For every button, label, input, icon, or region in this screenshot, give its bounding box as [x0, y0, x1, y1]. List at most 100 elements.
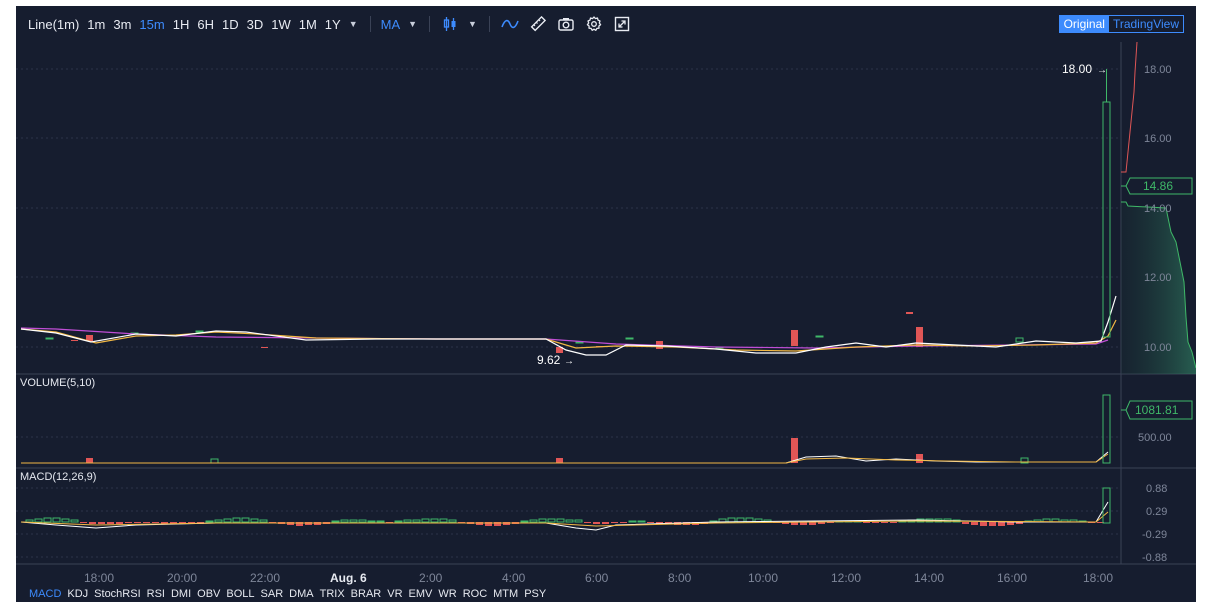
indicator-kdj[interactable]: KDJ — [64, 588, 91, 600]
time-axis-label: 8:00 — [668, 571, 692, 585]
macd-bar — [403, 519, 412, 523]
indicator-wr[interactable]: WR — [435, 588, 459, 600]
chevron-down-icon[interactable]: ▼ — [345, 19, 364, 29]
macd-bar — [250, 518, 259, 523]
candle — [791, 330, 798, 346]
macd-bar — [574, 519, 583, 523]
macd-bar — [349, 519, 358, 523]
interval-1d[interactable]: 1D — [218, 17, 243, 32]
indicator-stochrsi[interactable]: StochRSI — [91, 588, 143, 600]
indicator-rsi[interactable]: RSI — [144, 588, 168, 600]
candle — [815, 335, 824, 338]
macd-bar — [881, 522, 888, 523]
macd-bar — [628, 520, 637, 523]
fullscreen-icon[interactable] — [610, 12, 634, 36]
macd-bar — [259, 519, 268, 523]
indicator-obv[interactable]: OBV — [194, 588, 223, 600]
indicator-emv[interactable]: EMV — [406, 588, 436, 600]
indicator-sar[interactable]: SAR — [258, 588, 287, 600]
price-axis-label: 10.00 — [1144, 342, 1172, 354]
high-price-marker: 18.00 — [1062, 62, 1092, 76]
macd-bar — [439, 518, 448, 523]
indicator-mtm[interactable]: MTM — [490, 588, 521, 600]
indicator-brar[interactable]: BRAR — [348, 588, 385, 600]
macd-bar — [547, 518, 556, 523]
volume-bar — [916, 454, 923, 463]
time-axis: 18:00 20:00 22:00 Aug. 6 2:00 4:00 6:00 … — [84, 571, 1113, 585]
kline-chart[interactable]: 18.00 16.00 14.00 12.00 10.00 14.86 18.0… — [16, 42, 1196, 602]
interval-3m[interactable]: 3m — [109, 17, 135, 32]
last-price-value: 14.86 — [1143, 179, 1173, 193]
indicator-vr[interactable]: VR — [384, 588, 405, 600]
line-tool-icon[interactable] — [498, 12, 522, 36]
interval-1y[interactable]: 1Y — [321, 17, 345, 32]
macd-bar — [358, 519, 367, 523]
time-axis-label: 4:00 — [502, 571, 526, 585]
ruler-icon[interactable] — [526, 12, 550, 36]
camera-icon[interactable] — [554, 12, 578, 36]
macd-dif-line — [20, 501, 1109, 531]
interval-1mo[interactable]: 1M — [295, 17, 321, 32]
interval-15m[interactable]: 15m — [135, 17, 168, 32]
macd-bar — [647, 522, 654, 523]
macd-bar — [143, 522, 150, 523]
macd-bar — [863, 522, 870, 523]
gear-icon[interactable] — [582, 12, 606, 36]
toolbar-divider — [488, 16, 490, 32]
macd-bar — [989, 522, 996, 526]
time-axis-label: 14:00 — [914, 571, 944, 585]
macd-bar — [80, 522, 87, 523]
macd-bar — [430, 518, 439, 523]
time-axis-label: 10:00 — [748, 571, 778, 585]
candlestick-icon[interactable] — [438, 12, 462, 36]
interval-1m[interactable]: 1m — [83, 17, 109, 32]
interval-1h[interactable]: 1H — [169, 17, 194, 32]
macd-bar — [367, 520, 376, 523]
candle — [261, 347, 268, 348]
macd-bar — [205, 520, 214, 523]
volume-bar — [556, 458, 563, 463]
macd-bar — [340, 519, 349, 523]
chart-type-selector[interactable]: Line(1m) — [24, 17, 83, 32]
macd-bar — [152, 522, 159, 523]
macd-bar — [25, 519, 34, 523]
macd-panel-title: MACD(12,26,9) — [20, 471, 96, 483]
volume-bar — [86, 458, 93, 463]
macd-bar — [125, 522, 132, 523]
macd-bar — [214, 519, 223, 523]
chevron-down-icon[interactable]: ▼ — [404, 19, 423, 29]
macd-axis-label: -0.29 — [1142, 529, 1167, 541]
interval-3d[interactable]: 3D — [243, 17, 268, 32]
indicator-macd[interactable]: MACD — [26, 588, 64, 600]
macd-bar — [134, 522, 141, 523]
price-grid — [16, 68, 1121, 558]
macd-bar — [61, 518, 70, 523]
chevron-down-icon[interactable]: ▼ — [464, 19, 483, 29]
time-axis-label: 16:00 — [997, 571, 1027, 585]
view-tradingview-button[interactable]: TradingView — [1109, 16, 1183, 32]
ma-selector[interactable]: MA — [377, 17, 405, 32]
macd-bar — [593, 522, 600, 524]
candle — [195, 330, 204, 333]
kline-chart-app: Line(1m) 1m 3m 15m 1H 6H 1D 3D 1W 1M 1Y … — [16, 6, 1196, 602]
arrow-right-icon: → — [1097, 65, 1107, 76]
macd-bar — [890, 522, 897, 523]
indicator-boll[interactable]: BOLL — [223, 588, 257, 600]
time-axis-label: 6:00 — [585, 571, 609, 585]
price-axis-label: 16.00 — [1144, 133, 1172, 145]
indicator-trix[interactable]: TRIX — [317, 588, 348, 600]
view-original-button[interactable]: Original — [1059, 16, 1109, 32]
macd-bar — [412, 519, 421, 523]
macd-bar — [52, 517, 61, 523]
indicator-dmi[interactable]: DMI — [168, 588, 194, 600]
volume-last-value: 1081.81 — [1135, 403, 1179, 417]
interval-1w[interactable]: 1W — [267, 17, 295, 32]
candle — [916, 327, 923, 347]
indicator-psy[interactable]: PSY — [521, 588, 549, 600]
macd-bar — [34, 518, 43, 523]
volume-axis-label: 500.00 — [1138, 432, 1172, 444]
indicator-roc[interactable]: ROC — [460, 588, 490, 600]
time-axis-label: 20:00 — [167, 571, 197, 585]
interval-6h[interactable]: 6H — [193, 17, 218, 32]
indicator-dma[interactable]: DMA — [286, 588, 316, 600]
